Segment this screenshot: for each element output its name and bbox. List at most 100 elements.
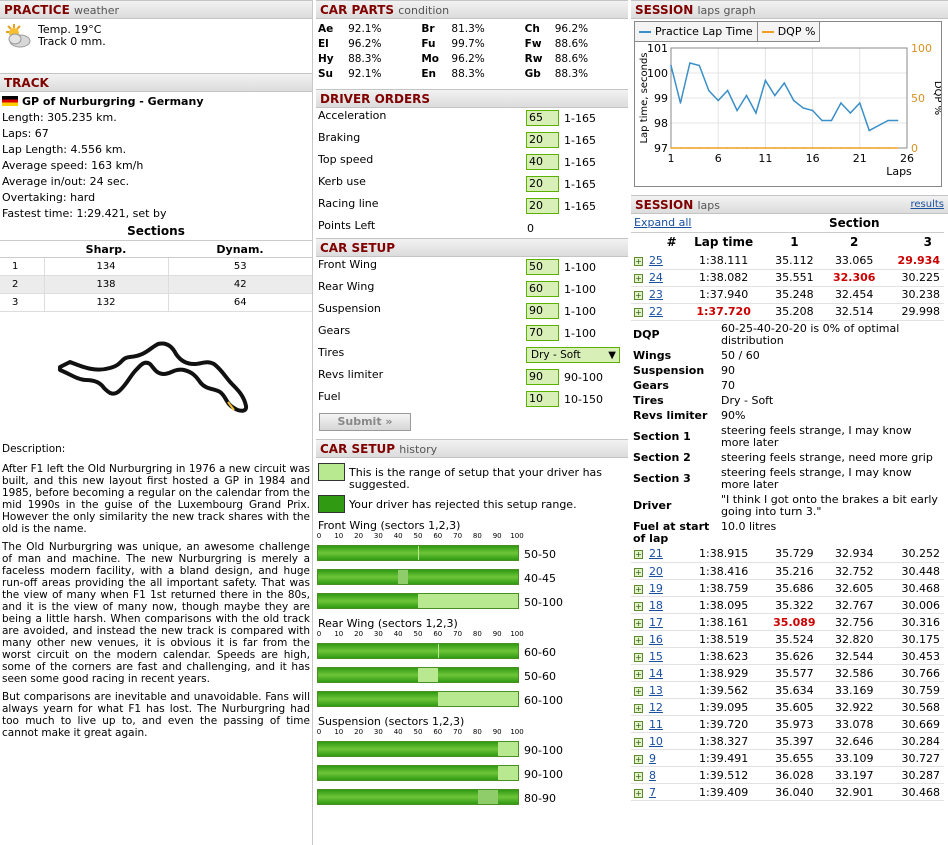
expand-plus-icon[interactable]: + — [634, 720, 643, 730]
expand-plus-icon[interactable]: + — [634, 669, 643, 679]
tires-select[interactable]: Dry - Soft ▼ — [526, 347, 620, 363]
expand-plus-icon[interactable]: + — [634, 291, 643, 300]
tires-row: Tires Dry - Soft ▼ — [316, 345, 628, 367]
lap-number-link[interactable]: 24 — [649, 271, 663, 284]
lap-s3: 30.287 — [884, 766, 944, 784]
expand-plus-icon[interactable]: + — [634, 771, 643, 781]
results-link[interactable]: results — [910, 196, 948, 214]
lap-time: 1:38.416 — [682, 562, 765, 580]
expand-all-link[interactable]: Expand all — [634, 216, 692, 229]
setting-input[interactable]: 40 — [526, 154, 559, 170]
setting-input[interactable]: 70 — [526, 325, 559, 341]
setting-row: Top speed 40 1-165 — [316, 152, 628, 174]
lap-number-link[interactable]: 17 — [649, 616, 663, 629]
data-point — [896, 147, 899, 149]
expand-plus-icon[interactable]: + — [634, 703, 643, 713]
lap-number-link[interactable]: 10 — [649, 735, 663, 748]
lap-s3: 30.316 — [884, 613, 944, 631]
setting-input[interactable]: 65 — [526, 110, 559, 126]
setting-row: Revs limiter 90 90-100 — [316, 367, 628, 389]
data-point — [840, 147, 842, 149]
sections-header-sharp: Sharp. — [44, 240, 168, 258]
expand-plus-icon[interactable]: + — [634, 652, 643, 662]
track-name: GP of Nurburgring - Germany — [22, 95, 204, 108]
history-bar-row: 80-90 — [316, 785, 628, 809]
detail-row: Tires Dry - Soft — [631, 393, 944, 408]
scale-tick-label: 40 — [393, 532, 403, 540]
part-condition: 88.6% — [554, 37, 589, 50]
lap-number-link[interactable]: 8 — [649, 769, 656, 782]
setting-input[interactable]: 20 — [526, 176, 559, 192]
setting-input[interactable]: 10 — [526, 391, 559, 407]
expand-plus-icon[interactable]: + — [634, 584, 643, 594]
legend-lap-time[interactable]: Practice Lap Time — [635, 22, 758, 42]
detail-value: 90 — [721, 363, 735, 377]
lap-number-link[interactable]: 23 — [649, 288, 663, 301]
setting-input[interactable]: 90 — [526, 303, 559, 319]
expand-plus-icon[interactable]: + — [634, 274, 643, 283]
setting-input[interactable]: 90 — [526, 369, 559, 385]
setting-range: 1-100 — [564, 261, 596, 274]
expand-plus-icon[interactable]: + — [634, 550, 643, 560]
data-point — [821, 119, 823, 122]
lap-number-link[interactable]: 16 — [649, 633, 663, 646]
lap-number-link[interactable]: 15 — [649, 650, 663, 663]
tires-label: Tires — [318, 346, 345, 359]
car-parts-row: Su 92.1% En 88.3% Gb 88.3% — [318, 66, 628, 81]
expand-cell: + — [631, 613, 649, 631]
lap-s1: 35.112 — [764, 252, 825, 270]
col-header-s2: 2 — [850, 235, 859, 250]
expand-plus-icon[interactable]: + — [634, 686, 643, 696]
setting-range: 1-165 — [564, 200, 596, 213]
lap-number-link[interactable]: 25 — [649, 254, 663, 267]
expand-cell: + — [631, 732, 649, 750]
setting-input[interactable]: 50 — [526, 259, 559, 275]
expand-plus-icon[interactable]: + — [634, 618, 643, 628]
expand-plus-icon[interactable]: + — [634, 308, 643, 317]
setting-input[interactable]: 60 — [526, 281, 559, 297]
expand-plus-icon[interactable]: + — [634, 737, 643, 747]
sections-title: Sections — [127, 224, 185, 238]
lap-number-cell: 25 — [648, 252, 683, 270]
lap-number-link[interactable]: 9 — [649, 752, 656, 765]
lap-number-link[interactable]: 12 — [649, 701, 663, 714]
lap-number-link[interactable]: 22 — [649, 305, 663, 318]
lap-number-link[interactable]: 14 — [649, 667, 663, 680]
history-bar-row: 90-100 — [316, 737, 628, 761]
tires-selected-value: Dry - Soft — [531, 349, 581, 361]
detail-key: Driver — [633, 498, 672, 512]
expand-plus-icon[interactable]: + — [634, 754, 643, 764]
suggested-range — [498, 742, 518, 756]
legend-range-text: This is the range of setup that your dri… — [349, 466, 603, 491]
rejected-range — [478, 790, 498, 804]
expand-plus-icon[interactable]: + — [634, 567, 643, 577]
legend-dqp[interactable]: DQP % — [757, 22, 821, 42]
setting-range: 1-100 — [564, 305, 596, 318]
expand-plus-icon[interactable]: + — [634, 635, 643, 645]
lap-time: 1:38.519 — [682, 630, 765, 648]
history-bar-label: 60-100 — [524, 694, 563, 707]
expand-plus-icon[interactable]: + — [634, 256, 643, 266]
lap-number-link[interactable]: 20 — [649, 565, 663, 578]
part-code: Ch — [524, 22, 540, 35]
points-left-label: Points Left — [318, 219, 376, 232]
setting-input[interactable]: 20 — [526, 198, 559, 214]
history-bar — [317, 691, 519, 707]
lap-time: 1:38.111 — [682, 252, 765, 270]
track-info-line: Overtaking: hard — [2, 191, 96, 204]
session-laps-header: SESSION laps results — [631, 195, 948, 214]
expand-plus-icon[interactable]: + — [634, 601, 643, 611]
section-dynam: 53 — [167, 257, 312, 276]
scale-tick-label: 100 — [510, 728, 524, 736]
lap-time: 1:39.095 — [682, 698, 765, 716]
lap-number-link[interactable]: 11 — [649, 718, 663, 731]
lap-number-link[interactable]: 18 — [649, 599, 663, 612]
submit-button[interactable]: Submit » — [319, 413, 411, 431]
lap-number-link[interactable]: 13 — [649, 684, 663, 697]
lap-number-link[interactable]: 21 — [649, 547, 663, 560]
lap-number-link[interactable]: 19 — [649, 582, 663, 595]
setting-input[interactable]: 20 — [526, 132, 559, 148]
lap-number-link[interactable]: 7 — [649, 786, 656, 799]
expand-plus-icon[interactable]: + — [634, 788, 643, 798]
weather-track: Track 0 mm. — [38, 35, 106, 48]
